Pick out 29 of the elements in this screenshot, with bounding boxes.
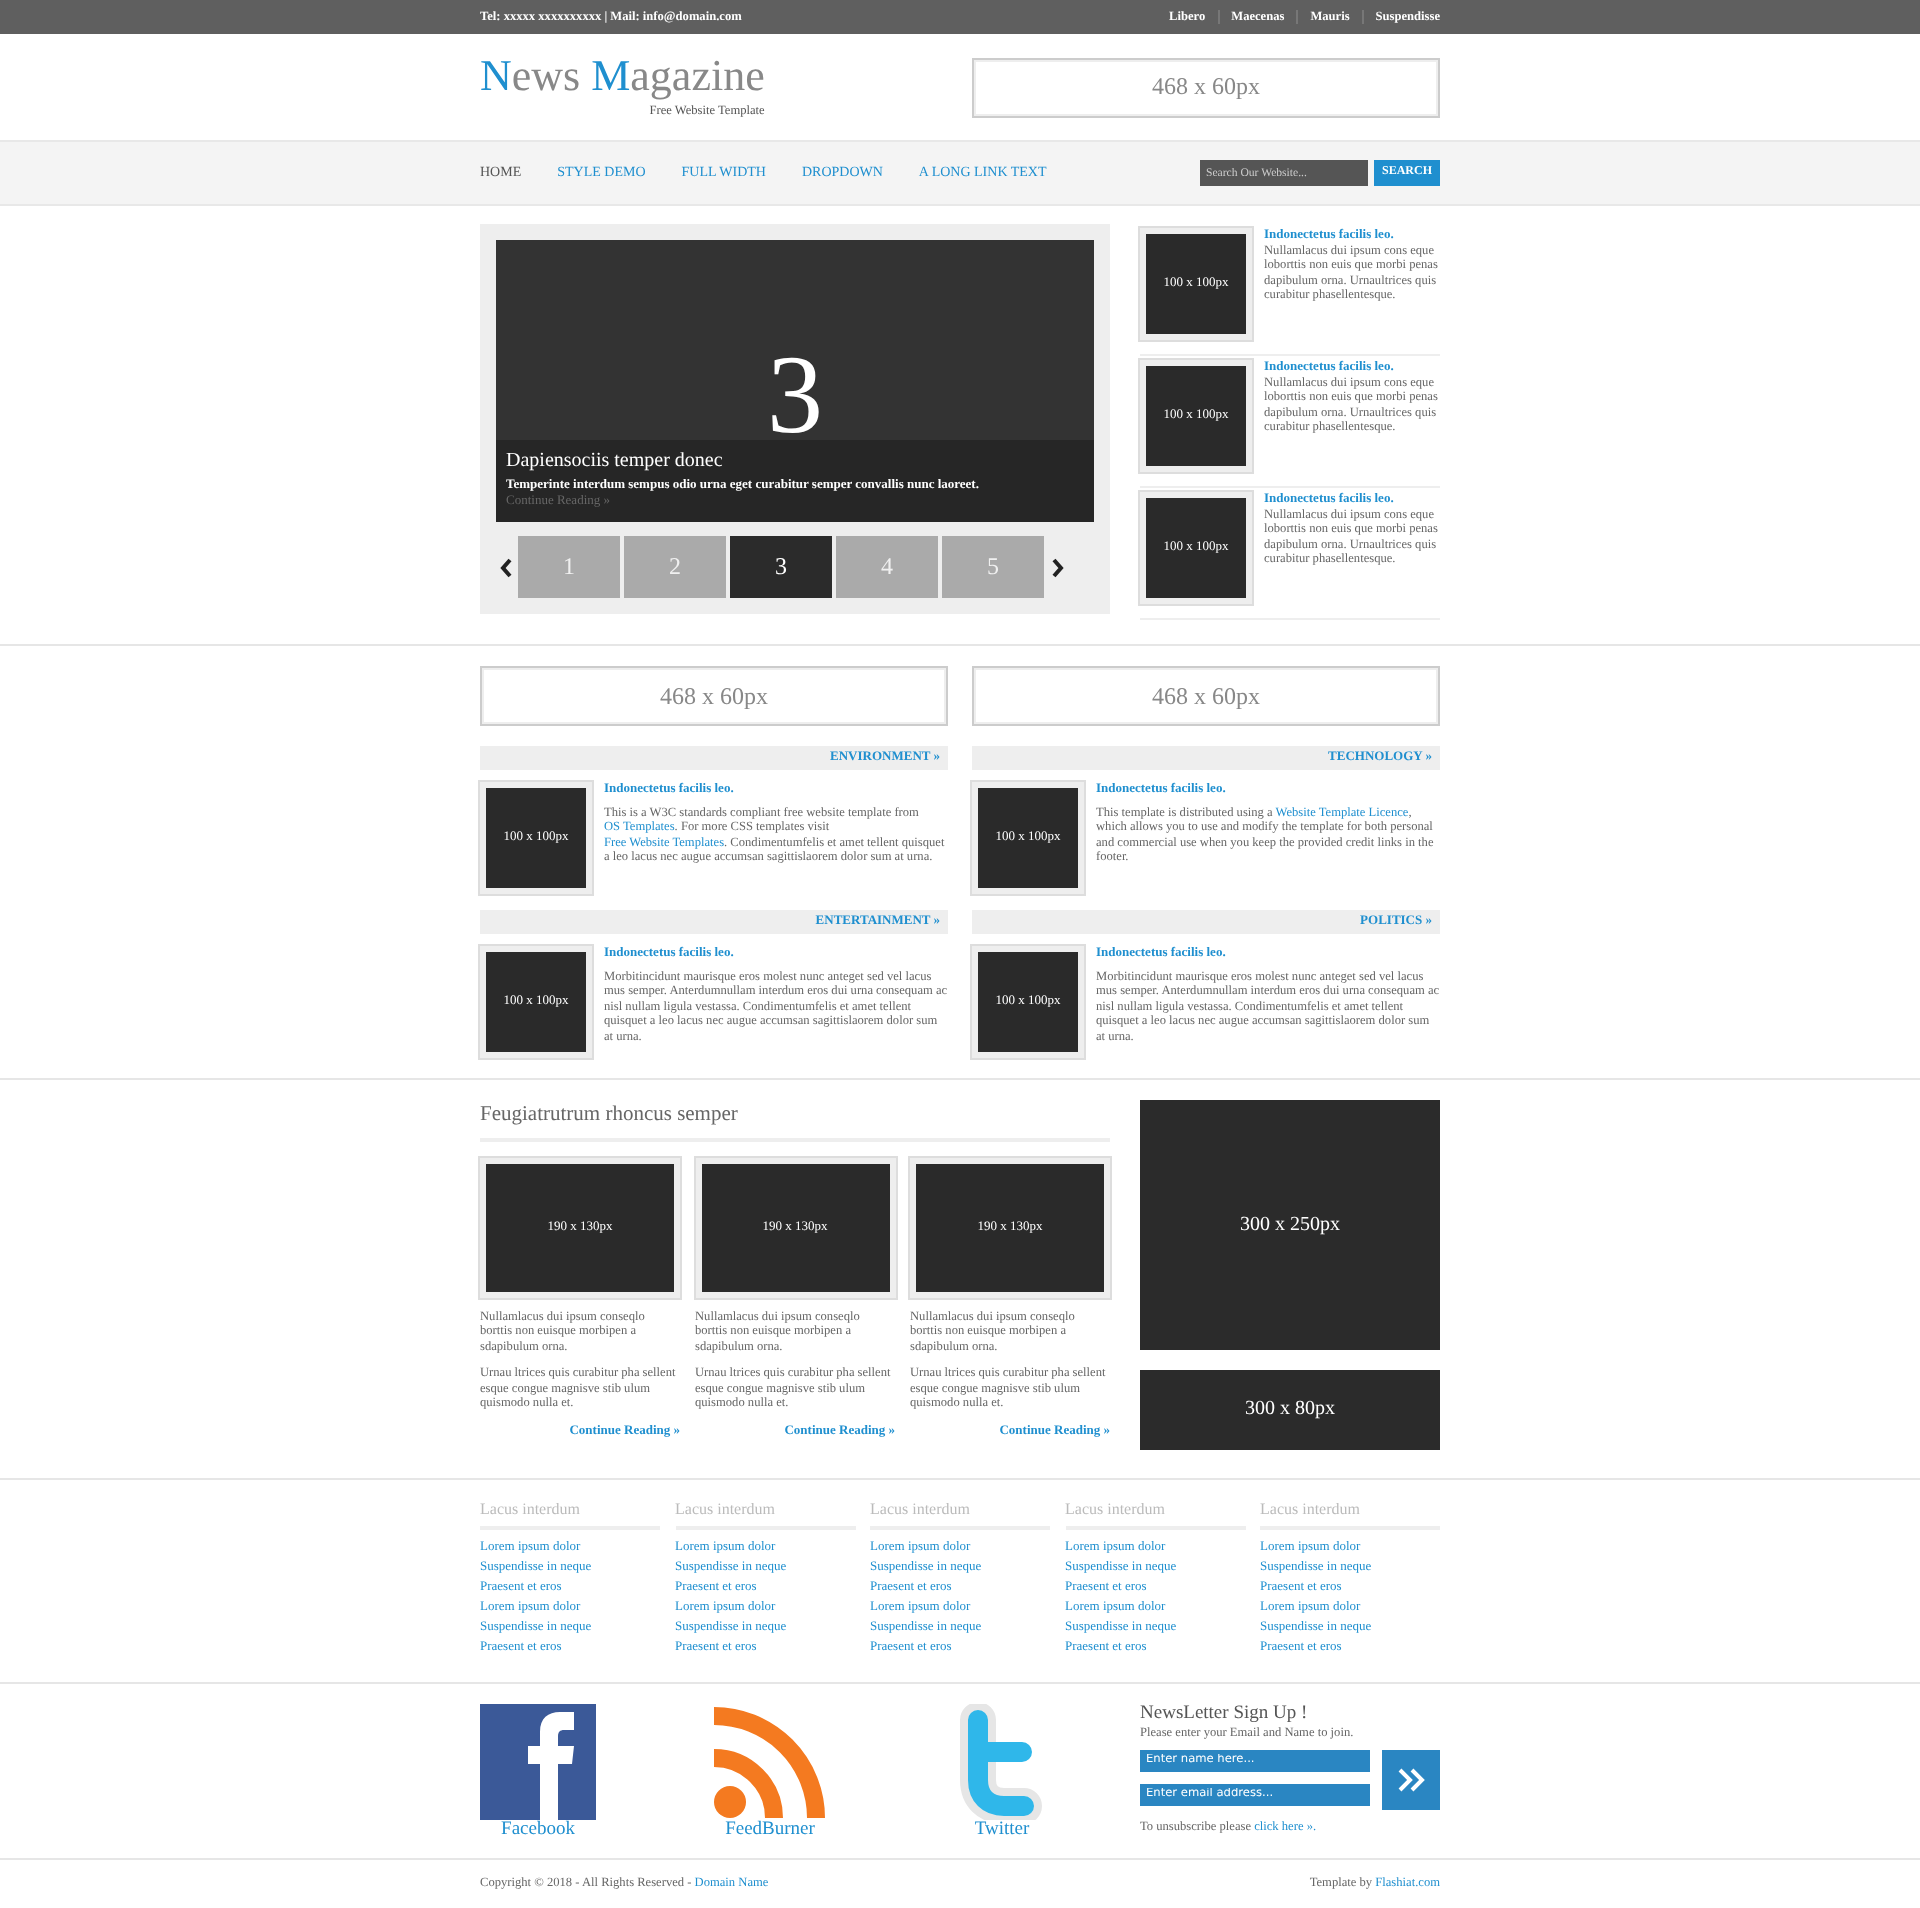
newsletter-title: NewsLetter Sign Up ! xyxy=(1140,1703,1310,1726)
placeholder-label: 300 x 80px xyxy=(1245,1398,1335,1422)
placeholder-label: 300 x 250px xyxy=(1240,1213,1340,1237)
page-button[interactable]: 1 xyxy=(518,536,620,598)
social-link[interactable]: Twitter xyxy=(944,1703,1060,1842)
page-button[interactable]: 4 xyxy=(836,536,938,598)
social-link[interactable]: Facebook xyxy=(480,1703,596,1842)
column-heading: Lacus interdum xyxy=(870,1480,1050,1530)
page-button[interactable]: 3 xyxy=(730,536,832,598)
ad-banner: 468 x 60px xyxy=(480,666,948,726)
facebook-icon xyxy=(480,1703,596,1820)
slide-title: Dapiensociis temper donec xyxy=(506,450,725,474)
subscribe-button[interactable] xyxy=(1382,1749,1440,1810)
column-heading: Lacus interdum xyxy=(1065,1480,1245,1530)
column-heading: Lacus interdum xyxy=(1260,1480,1440,1530)
chevron-left-icon xyxy=(499,557,511,577)
column-heading: Lacus interdum xyxy=(675,1480,855,1530)
ad-banner: 468 x 60px xyxy=(972,666,1440,726)
page-button[interactable]: 5 xyxy=(942,536,1044,598)
section-heading: Feugiatrutrum rhoncus semper xyxy=(480,1092,1110,1142)
double-chevron-icon xyxy=(1397,1767,1425,1792)
social-link[interactable]: FeedBurner xyxy=(712,1703,828,1842)
chevron-right-icon xyxy=(1051,557,1063,577)
column-heading: Lacus interdum xyxy=(480,1480,660,1530)
ad-banner: 468 x 60px xyxy=(972,57,1440,117)
slide-number: 3 xyxy=(765,332,825,452)
rss-icon xyxy=(712,1703,828,1820)
site-logo[interactable]: News Magazine xyxy=(480,54,765,99)
page-button[interactable]: 2 xyxy=(624,536,726,598)
